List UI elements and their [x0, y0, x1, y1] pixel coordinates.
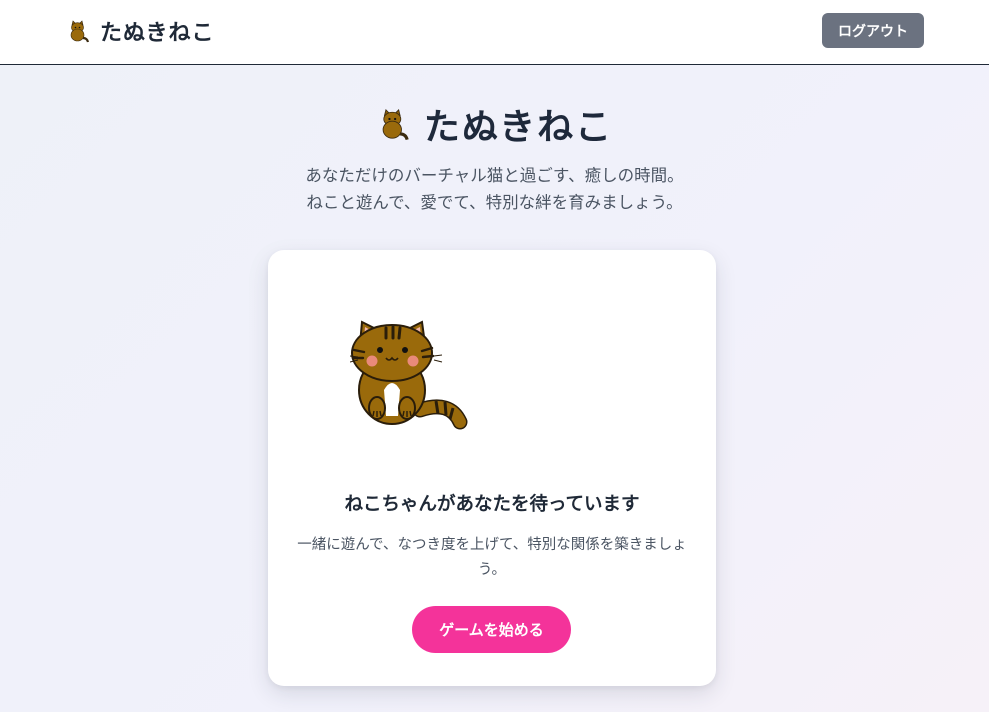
- cat-icon: [70, 20, 90, 43]
- welcome-card: ねこちゃんがあなたを待っています 一緒に遊んで、なつき度を上げて、特別な関係を築…: [268, 250, 716, 686]
- hero-subtitle: あなただけのバーチャル猫と過ごす、癒しの時間。 ねこと遊んで、愛でて、特別な絆を…: [0, 162, 989, 216]
- hero-subtitle-line-2: ねこと遊んで、愛でて、特別な絆を育みましょう。: [306, 193, 683, 212]
- card-description: 一緒に遊んで、なつき度を上げて、特別な関係を築きましょう。: [297, 537, 687, 578]
- tanuki-cat-illustration: [350, 320, 468, 430]
- brand-name: たぬきねこ: [100, 21, 215, 46]
- hero-subtitle-line-1: あなただけのバーチャル猫と過ごす、癒しの時間。: [305, 166, 684, 185]
- brand-logo[interactable]: たぬきねこ: [66, 14, 215, 48]
- top-navbar: たぬきねこ ログアウト: [0, 0, 989, 65]
- start-game-button[interactable]: ゲームを始める: [412, 606, 571, 653]
- card-title: ねこちゃんがあなたを待っています: [344, 494, 640, 515]
- hero-heading: たぬきねこ: [0, 98, 989, 150]
- logout-button[interactable]: ログアウト: [822, 13, 924, 48]
- cat-icon: [382, 109, 409, 141]
- page-title: たぬきねこ: [423, 107, 614, 148]
